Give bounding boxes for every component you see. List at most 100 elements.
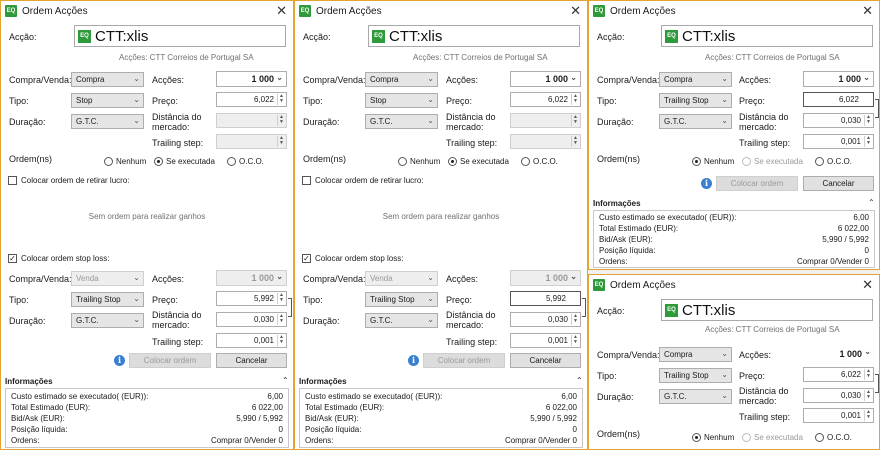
sl-price-input[interactable]: 5,992	[510, 291, 581, 306]
info-icon[interactable]: i	[114, 355, 125, 366]
distance-input[interactable]: ▲ ▼	[216, 113, 287, 128]
sl-trailing-step-input[interactable]: 0,001 ▲ ▼	[216, 333, 287, 348]
spinner-icon[interactable]: ▲ ▼	[864, 410, 872, 421]
close-icon[interactable]: ✕	[570, 3, 581, 19]
spinner-icon[interactable]: ▲ ▼	[571, 94, 579, 105]
cancel-button[interactable]: Cancelar	[510, 353, 581, 368]
spinner-icon[interactable]: ▲ ▼	[864, 115, 872, 126]
type-select[interactable]: Trailing Stop ⌄	[659, 93, 732, 108]
chevron-up-icon[interactable]: ⌃	[576, 376, 583, 385]
info-icon[interactable]: i	[408, 355, 419, 366]
sl-duration-select[interactable]: G.T.C. ⌄	[71, 313, 144, 328]
close-icon[interactable]: ✕	[276, 3, 287, 19]
sl-quantity-input[interactable]: 1 000 ⌄	[216, 270, 287, 286]
price-input[interactable]: 6,022 ▲ ▼	[803, 367, 874, 382]
duration-select[interactable]: G.T.C. ⌄	[71, 114, 144, 129]
duration-select[interactable]: G.T.C. ⌄	[659, 389, 732, 404]
close-icon[interactable]: ✕	[862, 277, 873, 293]
stoploss-checkbox[interactable]: ✓ Colocar ordem stop loss:	[8, 254, 109, 263]
quantity-input[interactable]: 1 000 ⌄	[510, 71, 581, 87]
radio-nenhum[interactable]: Nenhum	[398, 157, 440, 166]
radio-oco[interactable]: O.C.O.	[815, 433, 852, 442]
radio-nenhum[interactable]: Nenhum	[104, 157, 146, 166]
spinner-icon[interactable]: ▲ ▼	[864, 390, 872, 401]
side-select[interactable]: Compra ⌄	[365, 72, 438, 87]
spinner-icon[interactable]: ▲ ▼	[277, 94, 285, 105]
sl-type-select[interactable]: Trailing Stop ⌄	[71, 292, 144, 307]
sl-price-input[interactable]: 5,992 ▲ ▼	[216, 291, 287, 306]
side-select[interactable]: Compra ⌄	[659, 347, 732, 362]
radio-se-executada[interactable]: Se executada	[742, 157, 803, 166]
spinner-icon[interactable]: ▲ ▼	[571, 115, 579, 126]
price-input[interactable]: 6,022 ▲ ▼	[510, 92, 581, 107]
symbol-input[interactable]: EQ CTT:xlis	[661, 25, 873, 47]
radio-nenhum[interactable]: Nenhum	[692, 157, 734, 166]
chevron-down-icon[interactable]: ⌄	[276, 272, 283, 281]
trailing-step-input[interactable]: ▲ ▼	[216, 134, 287, 149]
spinner-icon[interactable]: ▲ ▼	[864, 136, 872, 147]
spinner-icon[interactable]: ▲ ▼	[571, 136, 579, 147]
spinner-icon[interactable]: ▲ ▼	[277, 115, 285, 126]
spinner-icon[interactable]: ▲ ▼	[277, 314, 285, 325]
type-select[interactable]: Trailing Stop ⌄	[659, 368, 732, 383]
distance-input[interactable]: 0,030 ▲ ▼	[803, 113, 874, 128]
info-icon[interactable]: i	[701, 178, 712, 189]
radio-oco[interactable]: O.C.O.	[521, 157, 558, 166]
sl-type-select[interactable]: Trailing Stop ⌄	[365, 292, 438, 307]
spinner-icon[interactable]: ▲ ▼	[277, 293, 285, 304]
trailing-step-input[interactable]: 0,001 ▲ ▼	[803, 408, 874, 423]
place-order-button[interactable]: Colocar ordem	[716, 176, 798, 191]
sl-quantity-input[interactable]: 1 000 ⌄	[510, 270, 581, 286]
chevron-down-icon[interactable]: ⌄	[570, 73, 577, 82]
spinner-icon[interactable]: ▲ ▼	[571, 314, 579, 325]
sl-trailing-step-input[interactable]: 0,001 ▲ ▼	[510, 333, 581, 348]
spinner-icon[interactable]: ▲ ▼	[277, 136, 285, 147]
sl-distance-input[interactable]: 0,030 ▲ ▼	[216, 312, 287, 327]
radio-oco[interactable]: O.C.O.	[227, 157, 264, 166]
radio-se-executada[interactable]: Se executada	[448, 157, 509, 166]
symbol-input[interactable]: EQ CTT:xlis	[661, 299, 873, 321]
quantity-input[interactable]: 1 000 ⌄	[216, 71, 287, 87]
trailing-step-input[interactable]: ▲ ▼	[510, 134, 581, 149]
stoploss-checkbox[interactable]: ✓ Colocar ordem stop loss:	[302, 254, 403, 263]
spinner-icon[interactable]: ▲ ▼	[864, 369, 872, 380]
type-select[interactable]: Stop ⌄	[365, 93, 438, 108]
chevron-down-icon[interactable]: ⌄	[863, 73, 870, 82]
cancel-button[interactable]: Cancelar	[216, 353, 287, 368]
type-select[interactable]: Stop ⌄	[71, 93, 144, 108]
duration-select[interactable]: G.T.C. ⌄	[365, 114, 438, 129]
chevron-up-icon[interactable]: ⌃	[282, 376, 289, 385]
distance-input[interactable]: 0,030 ▲ ▼	[803, 388, 874, 403]
chevron-down-icon[interactable]: ⌄	[864, 347, 871, 356]
cancel-button[interactable]: Cancelar	[803, 176, 874, 191]
profit-checkbox[interactable]: Colocar ordem de retirar lucro:	[302, 176, 423, 185]
sl-duration-select[interactable]: G.T.C. ⌄	[365, 313, 438, 328]
place-order-button[interactable]: Colocar ordem	[129, 353, 211, 368]
spinner-icon[interactable]: ▲ ▼	[571, 335, 579, 346]
price-input[interactable]: 6,022	[803, 92, 874, 107]
quantity-input[interactable]: 1 000 ⌄	[803, 346, 874, 362]
duration-select[interactable]: G.T.C. ⌄	[659, 114, 732, 129]
side-select[interactable]: Compra ⌄	[71, 72, 144, 87]
trailing-step-input[interactable]: 0,001 ▲ ▼	[803, 134, 874, 149]
spinner-icon[interactable]: ▲ ▼	[277, 335, 285, 346]
quantity-input[interactable]: 1 000 ⌄	[803, 71, 874, 87]
sl-distance-input[interactable]: 0,030 ▲ ▼	[510, 312, 581, 327]
side-select[interactable]: Compra ⌄	[659, 72, 732, 87]
symbol-input[interactable]: EQ CTT:xlis	[368, 25, 580, 47]
radio-nenhum[interactable]: Nenhum	[692, 433, 734, 442]
radio-se-executada[interactable]: Se executada	[154, 157, 215, 166]
price-input[interactable]: 6,022 ▲ ▼	[216, 92, 287, 107]
profit-checkbox[interactable]: Colocar ordem de retirar lucro:	[8, 176, 129, 185]
radio-se-executada[interactable]: Se executada	[742, 433, 803, 442]
chevron-up-icon[interactable]: ⌃	[868, 198, 875, 207]
chevron-down-icon[interactable]: ⌄	[276, 73, 283, 82]
chevron-down-icon[interactable]: ⌄	[570, 272, 577, 281]
distance-input[interactable]: ▲ ▼	[510, 113, 581, 128]
close-icon[interactable]: ✕	[862, 3, 873, 19]
place-order-button[interactable]: Colocar ordem	[423, 353, 505, 368]
radio-oco[interactable]: O.C.O.	[815, 157, 852, 166]
symbol-input[interactable]: EQ CTT:xlis	[74, 25, 286, 47]
sl-side-select[interactable]: Venda ⌄	[365, 271, 438, 286]
sl-side-select[interactable]: Venda ⌄	[71, 271, 144, 286]
